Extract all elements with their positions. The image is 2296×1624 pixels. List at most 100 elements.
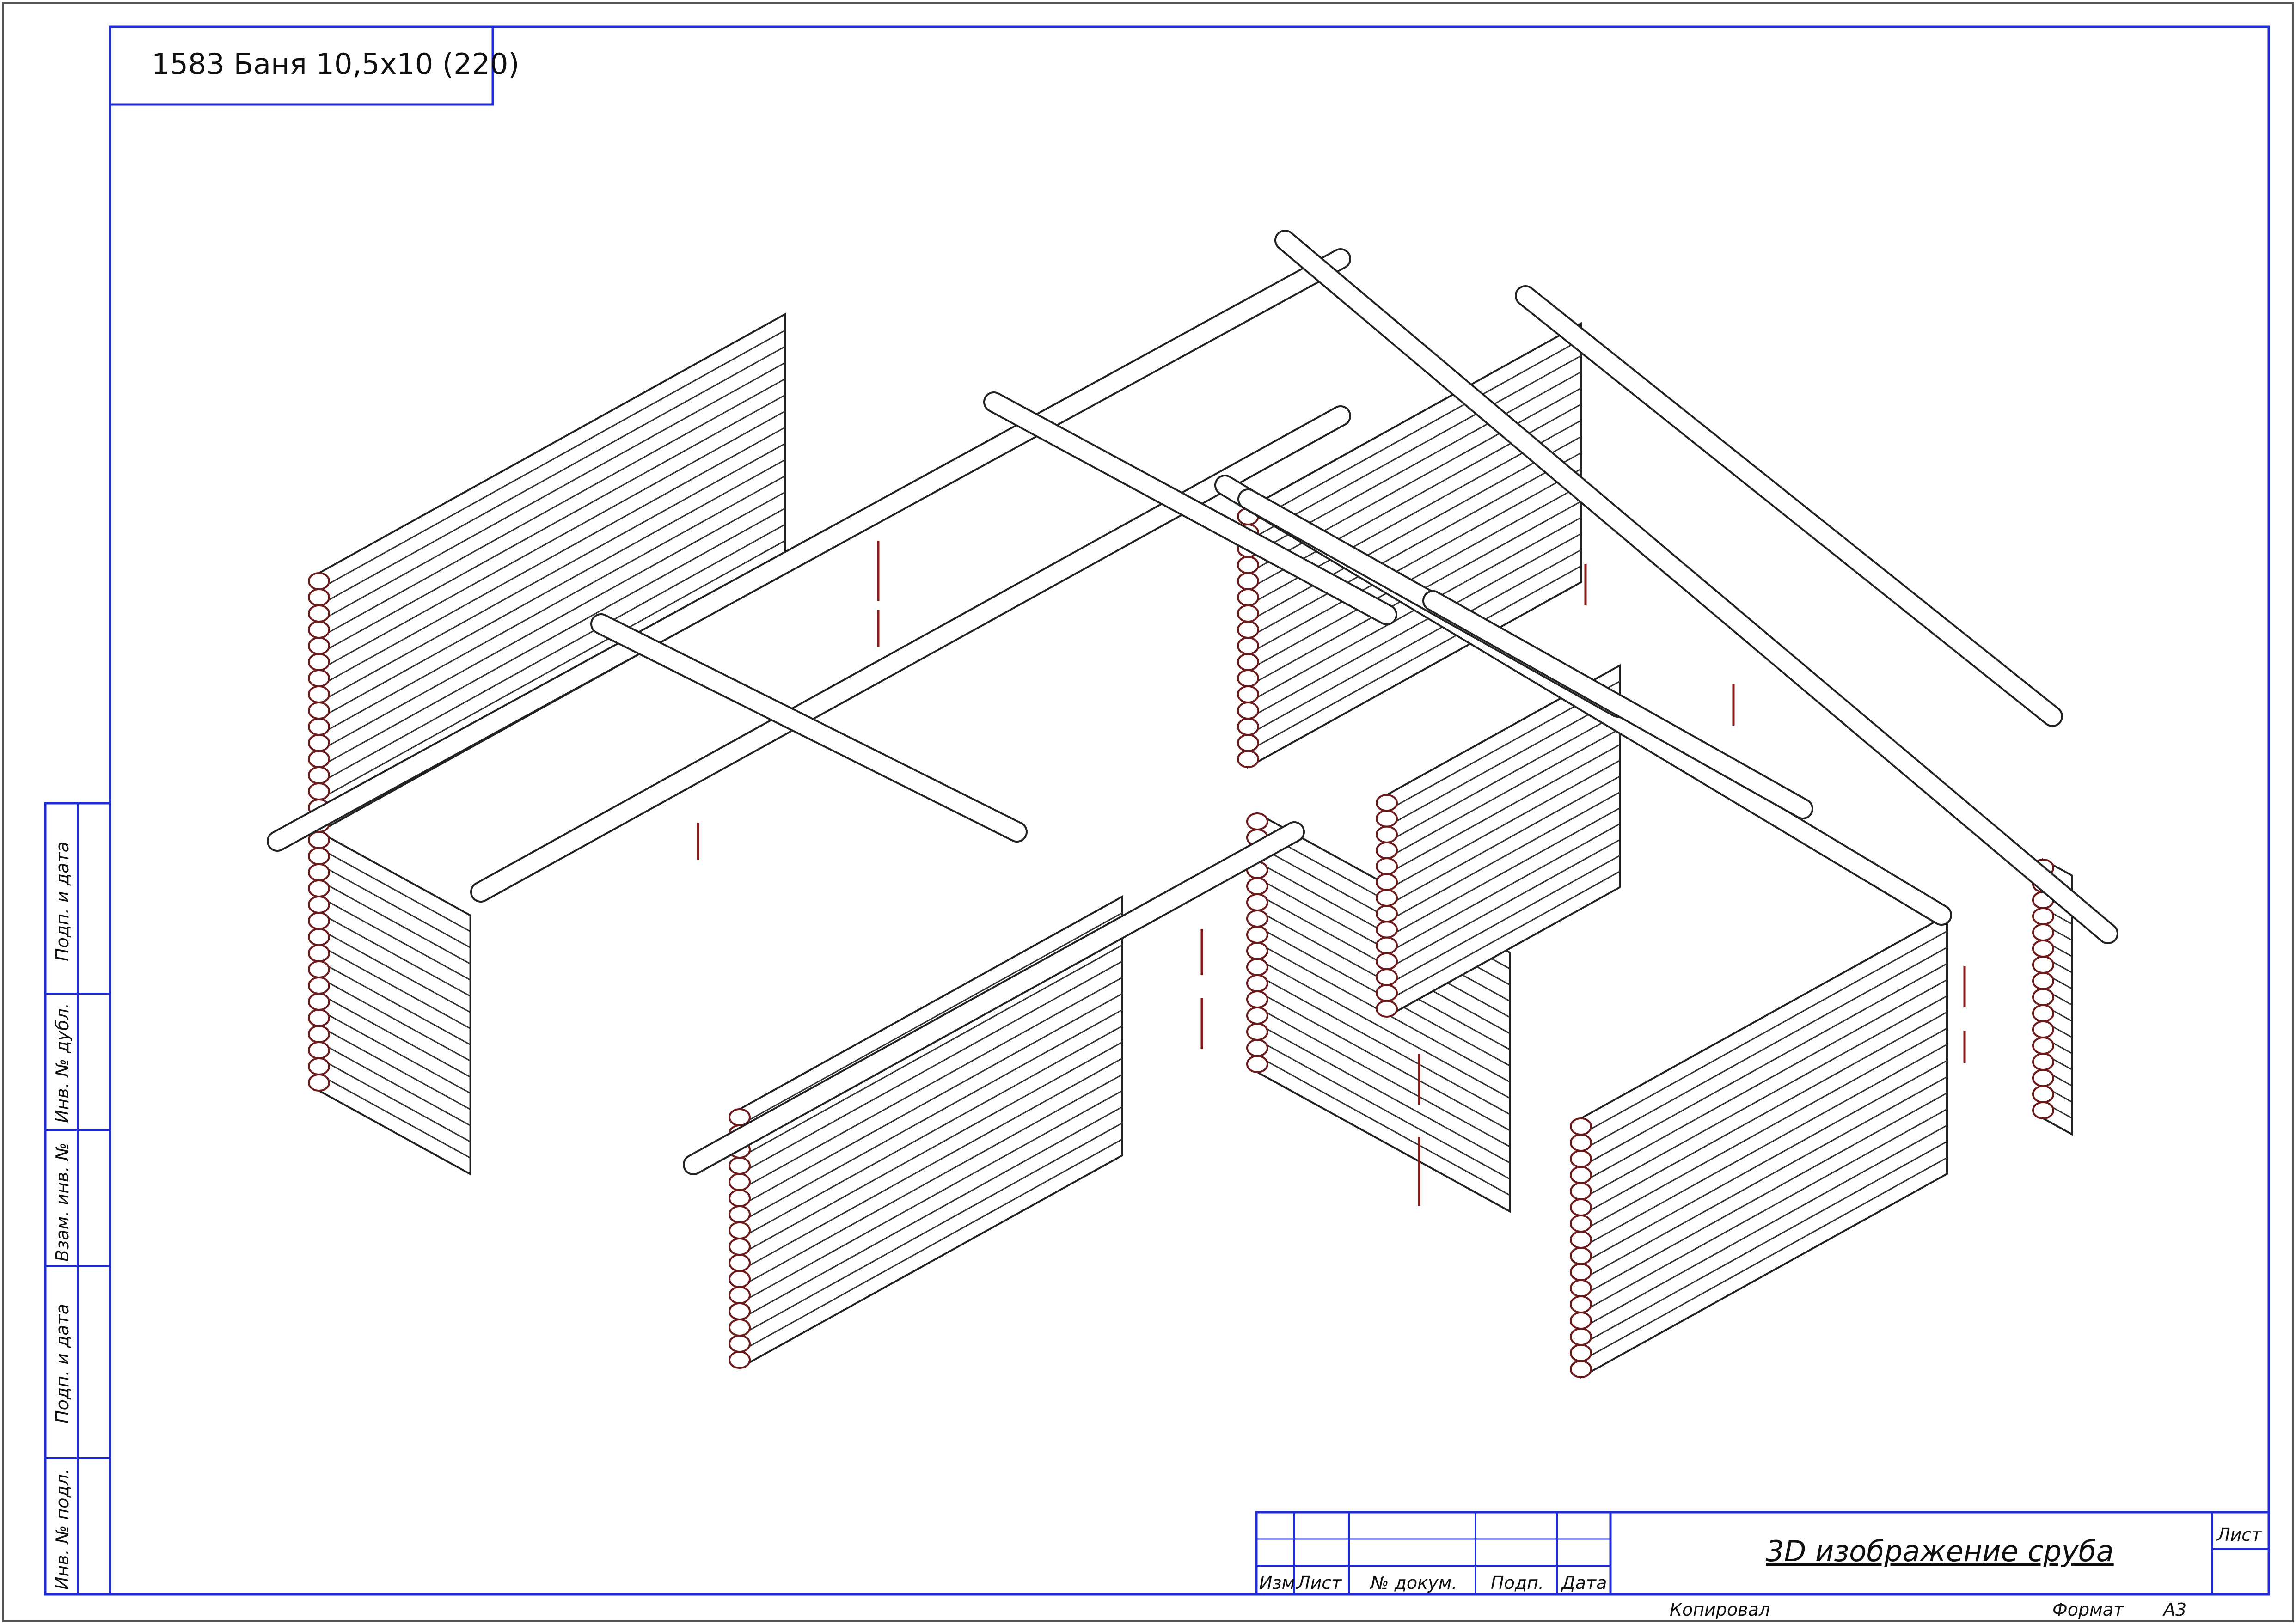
inner-partition-log-end (1376, 810, 1398, 828)
middle-cross-wall-log-end (1246, 910, 1268, 928)
front-left-wall-log-end (729, 1302, 751, 1320)
right-end-wall-log-end (2032, 1101, 2054, 1119)
right-end-wall-log-end (2032, 956, 2054, 974)
right-front-wall-log-end (1570, 1150, 1592, 1168)
left-wall-log-end (308, 993, 330, 1011)
left-wall-log-end (308, 896, 330, 914)
right-front-wall-log-end (1570, 1263, 1592, 1281)
right-front-wall-log-end (1570, 1328, 1592, 1346)
left-wall-log-end (308, 1057, 330, 1075)
left-wall-log-end (308, 960, 330, 978)
rear-wall-log-end (308, 604, 330, 623)
footer-format-label: Формат (2052, 1600, 2125, 1620)
drawing-title-box: 1583 Баня 10,5х10 (220) (109, 25, 520, 106)
drawing-title: 1583 Баня 10,5х10 (220) (152, 47, 520, 81)
right-front-wall-log-end (1570, 1215, 1592, 1233)
middle-cross-wall-log-end (1246, 942, 1268, 960)
front-left-wall-log-end (729, 1254, 751, 1272)
right-end-wall-log-end (2032, 1069, 2054, 1087)
middle-cross-wall-log-end (1246, 877, 1268, 895)
title-block: Изм. Лист № докум. Подп. Дата 3D изображ… (1255, 1511, 2270, 1596)
inner-partition-log-end (1376, 857, 1398, 875)
right-end-wall-log-end (2032, 1037, 2054, 1055)
rear-wall-log-end (308, 637, 330, 655)
right-rear-wall-log-end (1237, 669, 1259, 687)
right-end-wall-log-end (2032, 1053, 2054, 1071)
front-left-wall-log-end (729, 1157, 751, 1175)
rear-wall-log-end (308, 653, 330, 671)
front-left-wall-log-end (729, 1351, 751, 1369)
middle-cross-wall-log-end (1246, 893, 1268, 911)
left-wall-log-end (308, 847, 330, 865)
drawing-frame (109, 25, 2270, 1596)
right-rear-wall-log-end (1237, 734, 1259, 752)
right-rear-wall-log-end (1237, 653, 1259, 671)
front-left-wall-log-end (729, 1189, 751, 1207)
right-end-wall-log-end (2032, 940, 2054, 958)
middle-cross-wall-log-end (1246, 812, 1268, 830)
front-left-wall-log-end (729, 1335, 751, 1353)
right-rear-wall-log-end (1237, 556, 1259, 574)
middle-cross-wall-log-end (1246, 974, 1268, 992)
right-rear-wall-log-end (1237, 685, 1259, 703)
left-wall-log-end (308, 1074, 330, 1092)
left-wall-log-end (308, 879, 330, 897)
left-wall-log-end (308, 1009, 330, 1027)
front-left-wall-log-end (729, 1286, 751, 1304)
right-front-wall-log-end (1570, 1344, 1592, 1362)
right-rear-wall-log-end (1237, 572, 1259, 590)
inner-partition-log-end (1376, 968, 1398, 986)
rear-wall-log-end (308, 669, 330, 687)
right-rear-wall-log-end (1237, 588, 1259, 606)
front-left-wall-log-end (729, 1270, 751, 1288)
side-stamp-label-4: Подп. и дата (52, 1304, 73, 1423)
inner-partition-log-end (1376, 984, 1398, 1002)
right-front-wall-log-end (1570, 1117, 1592, 1136)
front-left-wall-log-end (729, 1221, 751, 1239)
rear-wall-log-end (308, 718, 330, 736)
middle-cross-wall-log-end (1246, 1055, 1268, 1073)
sheet-number-label: Лист (2216, 1525, 2262, 1545)
inner-partition-log-end (1376, 952, 1398, 971)
right-front-wall-log-end (1570, 1247, 1592, 1265)
right-rear-wall-log-end (1237, 621, 1259, 639)
title-block-header-sign: Подп. (1491, 1573, 1544, 1593)
right-front-wall-log-end (1570, 1360, 1592, 1378)
middle-cross-wall-log-end (1246, 958, 1268, 976)
left-wall-log-end (308, 863, 330, 881)
footer: Копировал Формат А3 (1670, 1600, 2186, 1620)
left-wall-log-end (308, 1041, 330, 1059)
rear-wall-log-end (308, 734, 330, 752)
inner-partition-log-end (1376, 841, 1398, 860)
side-stamp-label-5: Инв. № подл. (52, 1469, 73, 1590)
left-wall-log-end (308, 944, 330, 962)
rear-wall-log-end (308, 621, 330, 639)
right-end-wall-log-end (2032, 1004, 2054, 1022)
footer-format-value: А3 (2162, 1600, 2186, 1620)
rear-wall-log-end (308, 750, 330, 768)
right-end-wall-log-end (2032, 988, 2054, 1006)
right-front-wall-log-end (1570, 1231, 1592, 1249)
rear-wall-log-end (308, 766, 330, 784)
right-front-wall-log-end (1570, 1134, 1592, 1152)
side-stamp-label-3: Взам. инв. № (52, 1142, 73, 1262)
middle-cross-wall-log-end (1246, 1023, 1268, 1041)
inner-partition-log-end (1376, 889, 1398, 907)
front-left-wall-log-end (729, 1319, 751, 1337)
inner-partition-log-end (1376, 873, 1398, 891)
rear-wall-log-end (308, 782, 330, 800)
right-end-wall-log-end (2032, 1085, 2054, 1103)
left-wall-log-end (308, 928, 330, 946)
right-end-wall-log-end (2032, 972, 2054, 990)
right-rear-wall-log-end (1237, 718, 1259, 736)
right-rear-wall-log-end (1237, 750, 1259, 768)
front-left-wall-log-end (729, 1205, 751, 1223)
right-rear-wall-log-end (1237, 604, 1259, 623)
front-left-wall-log-end (729, 1173, 751, 1191)
inner-partition-log-end (1376, 936, 1398, 954)
side-stamp-label-1: Подп. и дата (52, 842, 73, 961)
sheet-caption: 3D изображение сруба (1766, 1534, 2114, 1568)
left-wall-log-end (308, 1025, 330, 1043)
side-stamp: Подп. и дата Инв. № дубл. Взам. инв. № П… (44, 802, 111, 1596)
right-end-wall-log-end (2032, 923, 2054, 941)
